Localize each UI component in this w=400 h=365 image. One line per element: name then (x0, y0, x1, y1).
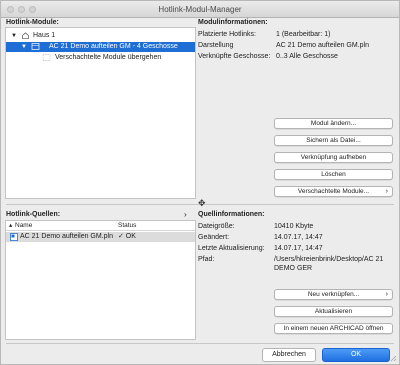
unlink-button[interactable]: Verknüpfung aufheben (274, 152, 393, 163)
tree-item-haus-1[interactable]: ▼ Haus 1 (6, 31, 195, 41)
source-status: ✓ OK (118, 233, 136, 240)
pln-file-icon (10, 233, 18, 241)
disclosure-expanded-icon[interactable]: ▼ (21, 42, 27, 52)
tree-item-label: Haus 1 (33, 32, 56, 39)
chevron-right-icon: › (385, 188, 388, 195)
info-value: /Users/hkreienbrink/Desktop/AC 21 (274, 256, 384, 263)
info-value: 14.07.17, 14:47 (274, 245, 323, 252)
info-path: Pfad: /Users/hkreienbrink/Desktop/AC 21 … (198, 256, 398, 276)
change-module-button[interactable]: Modul ändern... (274, 118, 393, 129)
info-value-continued: DEMO GER (274, 265, 313, 272)
window-title: Hotlink-Modul-Manager (158, 5, 242, 14)
resize-splitter-icon[interactable]: ✥ (198, 198, 206, 209)
house-icon (22, 32, 29, 39)
info-key: Darstellung (198, 42, 234, 49)
relink-button-label: Neu verknüpfen... (307, 291, 360, 298)
table-row[interactable]: AC 21 Demo aufteilen GM.pln ✓ OK (6, 232, 195, 242)
disclosure-expanded-icon[interactable]: ▼ (11, 31, 17, 41)
hotlink-sources-label: Hotlink-Quellen: (6, 211, 61, 218)
hotlink-sources-table[interactable]: ▴ Name Status AC 21 Demo aufteilen GM.pl… (5, 220, 196, 340)
table-header: ▴ Name Status (6, 221, 195, 231)
source-name: AC 21 Demo aufteilen GM.pln (20, 233, 113, 240)
delete-button[interactable]: Löschen (274, 169, 393, 180)
chevron-right-icon: › (385, 291, 388, 298)
info-key: Dateigröße: (198, 223, 235, 230)
info-value: AC 21 Demo aufteilen GM.pln (276, 42, 369, 49)
nested-modules-button-label: Verschachtelte Module... (297, 188, 370, 195)
info-value: 0..3 Alle Geschosse (276, 53, 338, 60)
nested-modules-button[interactable]: Verschachtelte Module... › (274, 186, 393, 197)
save-as-file-button[interactable]: Sichern als Datei... (274, 135, 393, 146)
info-key: Pfad: (198, 256, 215, 263)
tree-item-label: AC 21 Demo aufteilen GM - 4 Geschosse (49, 43, 178, 50)
module-icon (31, 43, 40, 50)
tree-item-ac21-demo-module[interactable]: ▼ AC 21 Demo aufteilen GM - 4 Geschosse (6, 42, 195, 52)
info-key: Verknüpfte Geschosse: (198, 53, 271, 60)
chevron-right-icon[interactable]: › (184, 210, 187, 219)
hotlink-modules-tree[interactable]: ▼ Haus 1 ▼ AC 21 Demo aufteilen GM - 4 G… (5, 27, 196, 199)
source-info-label: Quellinformationen: (198, 211, 265, 218)
column-header-status[interactable]: Status (118, 221, 136, 231)
info-value: 10410 Kbyte (274, 223, 314, 230)
ok-button[interactable]: OK (322, 348, 390, 362)
hotlink-modules-label: Hotlink-Module: (6, 19, 59, 26)
open-in-new-archicad-button[interactable]: In einem neuen ARCHICAD öffnen (274, 323, 393, 334)
tree-item-nested-modules[interactable]: Verschachtelte Module übergehen (6, 53, 195, 63)
title-bar[interactable]: Hotlink-Modul-Manager (1, 1, 399, 18)
resize-grip-icon[interactable] (389, 354, 397, 362)
relink-button[interactable]: Neu verknüpfen... › (274, 289, 393, 300)
update-button[interactable]: Aktualisieren (274, 306, 393, 317)
cancel-button[interactable]: Abbrechen (262, 348, 316, 362)
nested-modules-icon (42, 54, 51, 61)
tree-item-label: Verschachtelte Module übergehen (55, 54, 162, 61)
footer-divider (6, 343, 394, 344)
info-value: 1 (Bearbeitbar: 1) (276, 31, 331, 38)
info-key: Letzte Aktualisierung: (198, 245, 265, 252)
column-header-name[interactable]: Name (15, 221, 32, 231)
hotlink-module-manager-window: Hotlink-Modul-Manager Hotlink-Module: ▼ … (0, 0, 400, 365)
info-key: Geändert: (198, 234, 230, 241)
sort-indicator-icon[interactable]: ▴ (9, 221, 12, 231)
module-info-label: Modulinformationen: (198, 19, 268, 26)
info-value: 14.07.17, 14:47 (274, 234, 323, 241)
info-key: Platzierte Hotlinks: (198, 31, 256, 38)
